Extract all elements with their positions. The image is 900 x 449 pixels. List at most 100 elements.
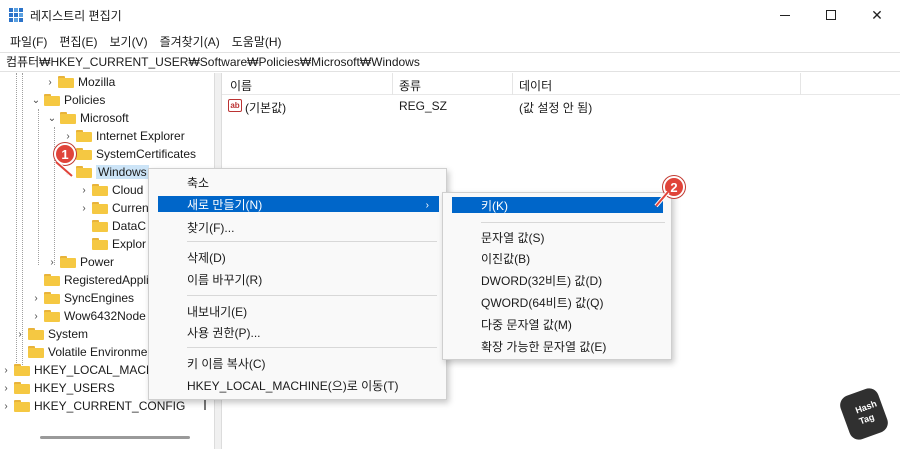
chevron-down-icon[interactable]: ⌄: [30, 91, 42, 109]
folder-icon: [76, 148, 92, 160]
tree-item-mozilla[interactable]: › Mozilla: [44, 73, 115, 91]
value-data: (값 설정 안 됨): [519, 101, 593, 115]
folder-icon: [28, 346, 44, 358]
title-bar: 레지스트리 편집기 ✕: [0, 0, 900, 30]
folder-icon: [92, 184, 108, 196]
chevron-right-icon[interactable]: ›: [30, 307, 42, 325]
tree-horizontal-scrollbar[interactable]: [4, 432, 196, 444]
folder-icon: [44, 274, 60, 286]
chevron-right-icon: ›: [425, 200, 429, 211]
close-button[interactable]: ✕: [854, 0, 900, 30]
close-icon: ✕: [871, 6, 883, 23]
tree-item-label: Curren: [112, 201, 149, 215]
context-menu: 축소 새로 만들기(N) › 찾기(F)... 삭제(D) 이름 바꾸기(R) …: [148, 168, 447, 400]
chevron-right-icon[interactable]: ›: [78, 181, 90, 199]
submenu-item-binary-value[interactable]: 이진값(B): [443, 248, 671, 268]
tree-item-system-certificates[interactable]: ›SystemCertificates: [62, 145, 196, 163]
submenu-item-string-value[interactable]: 문자열 값(S): [443, 227, 671, 247]
value-name: (기본값): [245, 101, 287, 115]
menu-item-find[interactable]: 찾기(F)...: [149, 217, 446, 237]
tree-item-label: SystemCertificates: [96, 147, 197, 161]
chevron-right-icon[interactable]: ›: [14, 325, 26, 343]
menu-item-label: 새로 만들기(N): [187, 197, 263, 212]
tree-item-label: Microsoft: [80, 111, 129, 125]
column-header-type[interactable]: 종류: [399, 77, 421, 94]
tree-item-current[interactable]: › Curren: [78, 199, 149, 217]
menu-item-goto-hklm[interactable]: HKEY_LOCAL_MACHINE(으)로 이동(T): [149, 375, 446, 395]
tree-item-label: Cloud: [112, 183, 144, 197]
tree-item-datac[interactable]: DataC: [78, 217, 146, 235]
tree-item-label: RegisteredAppli: [64, 273, 149, 287]
chevron-right-icon[interactable]: ›: [0, 379, 12, 397]
tree-item-label: Power: [80, 255, 115, 269]
chevron-right-icon[interactable]: ›: [78, 199, 90, 217]
folder-icon: [60, 112, 76, 124]
folder-icon: [76, 130, 92, 142]
menu-file[interactable]: 파일(F): [4, 33, 53, 50]
submenu-item-expandable-string-value[interactable]: 확장 가능한 문자열 값(E): [443, 336, 671, 356]
tree-item-sync-engines[interactable]: › SyncEngines: [30, 289, 134, 307]
column-header-name[interactable]: 이름: [230, 77, 252, 94]
string-value-icon: ab: [228, 99, 242, 112]
tree-item-label: Windows: [96, 165, 149, 179]
submenu-item-multi-string-value[interactable]: 다중 문자열 값(M): [443, 314, 671, 334]
chevron-right-icon[interactable]: ›: [0, 361, 12, 379]
menu-item-permissions[interactable]: 사용 권한(P)...: [149, 322, 446, 342]
folder-icon: [58, 76, 74, 88]
tree-item-label: Policies: [64, 93, 106, 107]
menu-favorites[interactable]: 즐겨찾기(A): [154, 33, 226, 50]
tree-item-hkey-local-machine[interactable]: › HKEY_LOCAL_MACHI: [0, 361, 158, 379]
menu-edit[interactable]: 편집(E): [53, 33, 103, 50]
arrow-pointer-icon: [54, 160, 74, 178]
tree-item-label: Volatile Environme: [48, 345, 148, 359]
menu-item-rename[interactable]: 이름 바꾸기(R): [149, 269, 446, 289]
folder-icon: [92, 220, 108, 232]
tree-item-label: HKEY_USERS: [34, 381, 115, 395]
column-header-data[interactable]: 데이터: [519, 77, 552, 94]
tree-item-cloud[interactable]: › Cloud: [78, 181, 143, 199]
scroll-thumb[interactable]: [40, 436, 190, 439]
maximize-button[interactable]: [808, 0, 854, 30]
submenu-item-dword-value[interactable]: DWORD(32비트) 값(D): [443, 270, 671, 290]
menu-item-export[interactable]: 내보내기(E): [149, 301, 446, 321]
tree-item-volatile-environment[interactable]: Volatile Environme: [14, 343, 147, 361]
chevron-right-icon[interactable]: ›: [44, 73, 56, 91]
tree-item-explor[interactable]: Explor: [78, 235, 146, 253]
folder-icon: [92, 202, 108, 214]
tree-item-wow6432node[interactable]: › Wow6432Node: [30, 307, 146, 325]
regedit-app-icon: [9, 8, 23, 22]
folder-icon: [44, 94, 60, 106]
menu-bar: 파일(F) 편집(E) 보기(V) 즐겨찾기(A) 도움말(H): [0, 30, 900, 52]
tree-item-microsoft[interactable]: ⌄ Microsoft: [46, 109, 129, 127]
menu-item-new[interactable]: 새로 만들기(N) ›: [158, 196, 439, 212]
folder-icon: [14, 382, 30, 394]
menu-item-copy-key-name[interactable]: 키 이름 복사(C): [149, 353, 446, 373]
tree-item-system[interactable]: › System: [14, 325, 88, 343]
folder-icon: [60, 256, 76, 268]
menu-help[interactable]: 도움말(H): [226, 33, 288, 50]
menu-item-delete[interactable]: 삭제(D): [149, 247, 446, 267]
arrow-pointer-icon: [654, 190, 670, 208]
tree-item-label: Wow6432Node: [64, 309, 146, 323]
list-row[interactable]: ab (기본값) REG_SZ (값 설정 안 됨): [222, 97, 900, 115]
tree-item-hkey-users[interactable]: › HKEY_USERS: [0, 379, 115, 397]
submenu-item-qword-value[interactable]: QWORD(64비트) 값(Q): [443, 292, 671, 312]
chevron-down-icon[interactable]: ⌄: [46, 109, 58, 127]
new-submenu: 키(K) 문자열 값(S) 이진값(B) DWORD(32비트) 값(D) QW…: [442, 192, 672, 360]
menu-view[interactable]: 보기(V): [103, 33, 153, 50]
menu-item-collapse[interactable]: 축소: [149, 172, 446, 192]
tree-item-power[interactable]: › Power: [46, 253, 114, 271]
minimize-button[interactable]: [762, 0, 808, 30]
chevron-right-icon[interactable]: ›: [30, 289, 42, 307]
chevron-right-icon[interactable]: ›: [46, 253, 58, 271]
tree-item-registered-appli[interactable]: RegisteredAppli: [30, 271, 149, 289]
tree-item-label: DataC: [112, 219, 147, 233]
tree-item-label: HKEY_LOCAL_MACHI: [34, 363, 159, 377]
window-title: 레지스트리 편집기: [30, 9, 122, 23]
submenu-item-key[interactable]: 키(K): [452, 197, 663, 213]
chevron-right-icon[interactable]: ›: [0, 397, 12, 415]
address-bar[interactable]: 컴퓨터₩HKEY_CURRENT_USER₩Software₩Policies₩…: [0, 52, 900, 72]
tree-item-policies[interactable]: ⌄ Policies: [30, 91, 106, 109]
tree-item-internet-explorer[interactable]: › Internet Explorer: [62, 127, 184, 145]
tree-item-label: System: [48, 327, 89, 341]
